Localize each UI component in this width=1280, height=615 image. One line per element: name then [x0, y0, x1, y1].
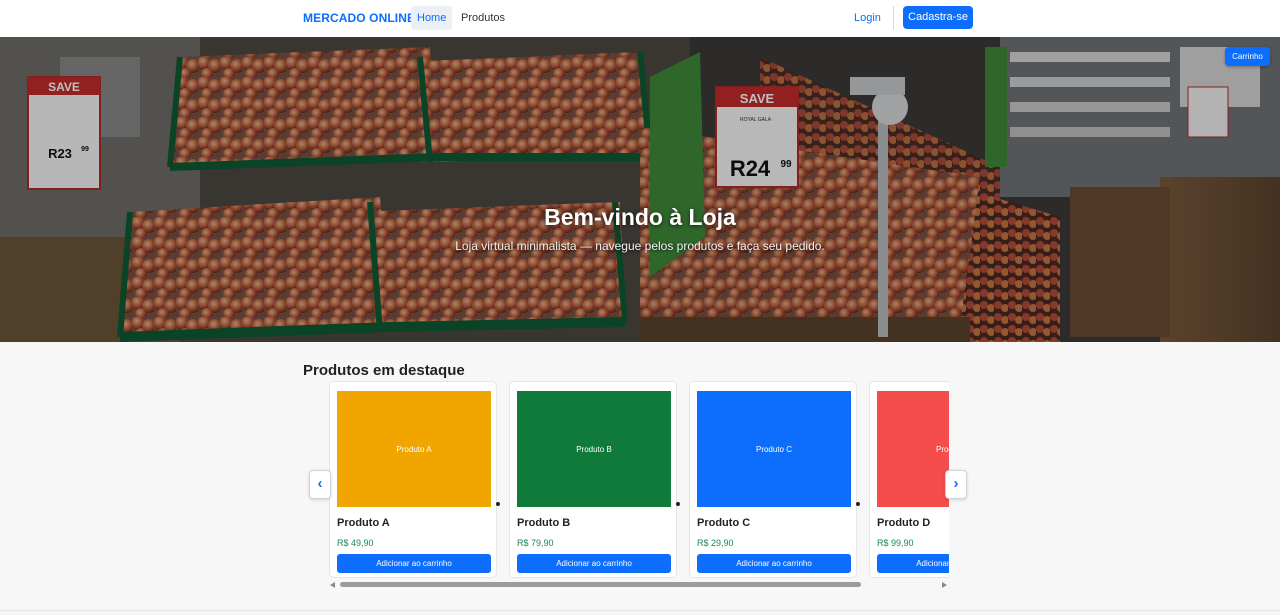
cart-button[interactable]: Carrinho	[1225, 47, 1270, 66]
hero-title: Bem-vindo à Loja	[544, 204, 736, 230]
product-card: Produto B Produto B R$ 79,90 Adicionar a…	[509, 381, 677, 578]
hero-background-image: SAVE R23 99 SAVE ROYAL GALA R24 99	[0, 37, 1280, 342]
product-card: Produto C Produto C R$ 29,90 Adicionar a…	[689, 381, 857, 578]
nav-home[interactable]: Home	[411, 6, 453, 30]
product-image: Produto B	[517, 391, 671, 507]
product-name: Produto C	[697, 517, 751, 529]
product-card: Produto D Produto D R$ 99,90 Adicionar a…	[869, 381, 949, 578]
featured-section-title: Produtos em destaque	[303, 362, 465, 379]
product-price: R$ 99,90	[877, 538, 914, 548]
add-to-cart-button[interactable]: Adicionar ao carrinho	[877, 554, 949, 573]
product-image-label: Produto A	[396, 444, 432, 454]
add-to-cart-button[interactable]: Adicionar ao carrinho	[697, 554, 851, 573]
carousel-prev-button[interactable]: ‹	[309, 470, 331, 499]
nav-divider	[893, 6, 894, 30]
product-price: R$ 29,90	[697, 538, 734, 548]
brand-logo[interactable]: MERCADO ONLINE	[303, 11, 415, 25]
scroll-right-icon[interactable]	[942, 582, 947, 588]
hero-banner: SAVE R23 99 SAVE ROYAL GALA R24 99 Bem-v…	[0, 37, 1280, 342]
card-separator-dot	[676, 502, 680, 506]
product-card: Produto A Produto A R$ 49,90 Adicionar a…	[329, 381, 497, 578]
chevron-left-icon: ‹	[317, 475, 323, 492]
product-image-label: Produto D	[935, 444, 949, 454]
product-image-label: Produto B	[576, 444, 612, 454]
signup-button[interactable]: Cadastra-se	[903, 6, 973, 29]
product-image: Produto A	[337, 391, 491, 507]
product-price: R$ 49,90	[337, 538, 374, 548]
chevron-right-icon: ›	[953, 475, 959, 492]
product-name: Produto D	[877, 517, 931, 529]
product-image: Produto D	[877, 391, 949, 507]
product-price: R$ 79,90	[517, 538, 554, 548]
top-navbar: MERCADO ONLINE Home Produtos Login Cadas…	[0, 0, 1280, 38]
add-to-cart-button[interactable]: Adicionar ao carrinho	[517, 554, 671, 573]
scroll-left-icon[interactable]	[330, 582, 335, 588]
product-name: Produto A	[337, 517, 390, 529]
scrollbar-thumb[interactable]	[340, 582, 861, 587]
carousel-next-button[interactable]: ›	[945, 470, 967, 499]
product-carousel[interactable]: Produto A Produto A R$ 49,90 Adicionar a…	[328, 380, 949, 580]
card-separator-dot	[496, 502, 500, 506]
footer-divider	[0, 610, 1280, 611]
login-link[interactable]: Login	[848, 6, 887, 30]
product-name: Produto B	[517, 517, 571, 529]
carousel-scrollbar[interactable]	[330, 582, 948, 588]
nav-produtos[interactable]: Produtos	[455, 6, 511, 30]
add-to-cart-button[interactable]: Adicionar ao carrinho	[337, 554, 491, 573]
card-separator-dot	[856, 502, 860, 506]
product-image: Produto C	[697, 391, 851, 507]
product-image-label: Produto C	[755, 444, 793, 454]
hero-subtitle: Loja virtual minimalista — navegue pelos…	[455, 239, 825, 253]
